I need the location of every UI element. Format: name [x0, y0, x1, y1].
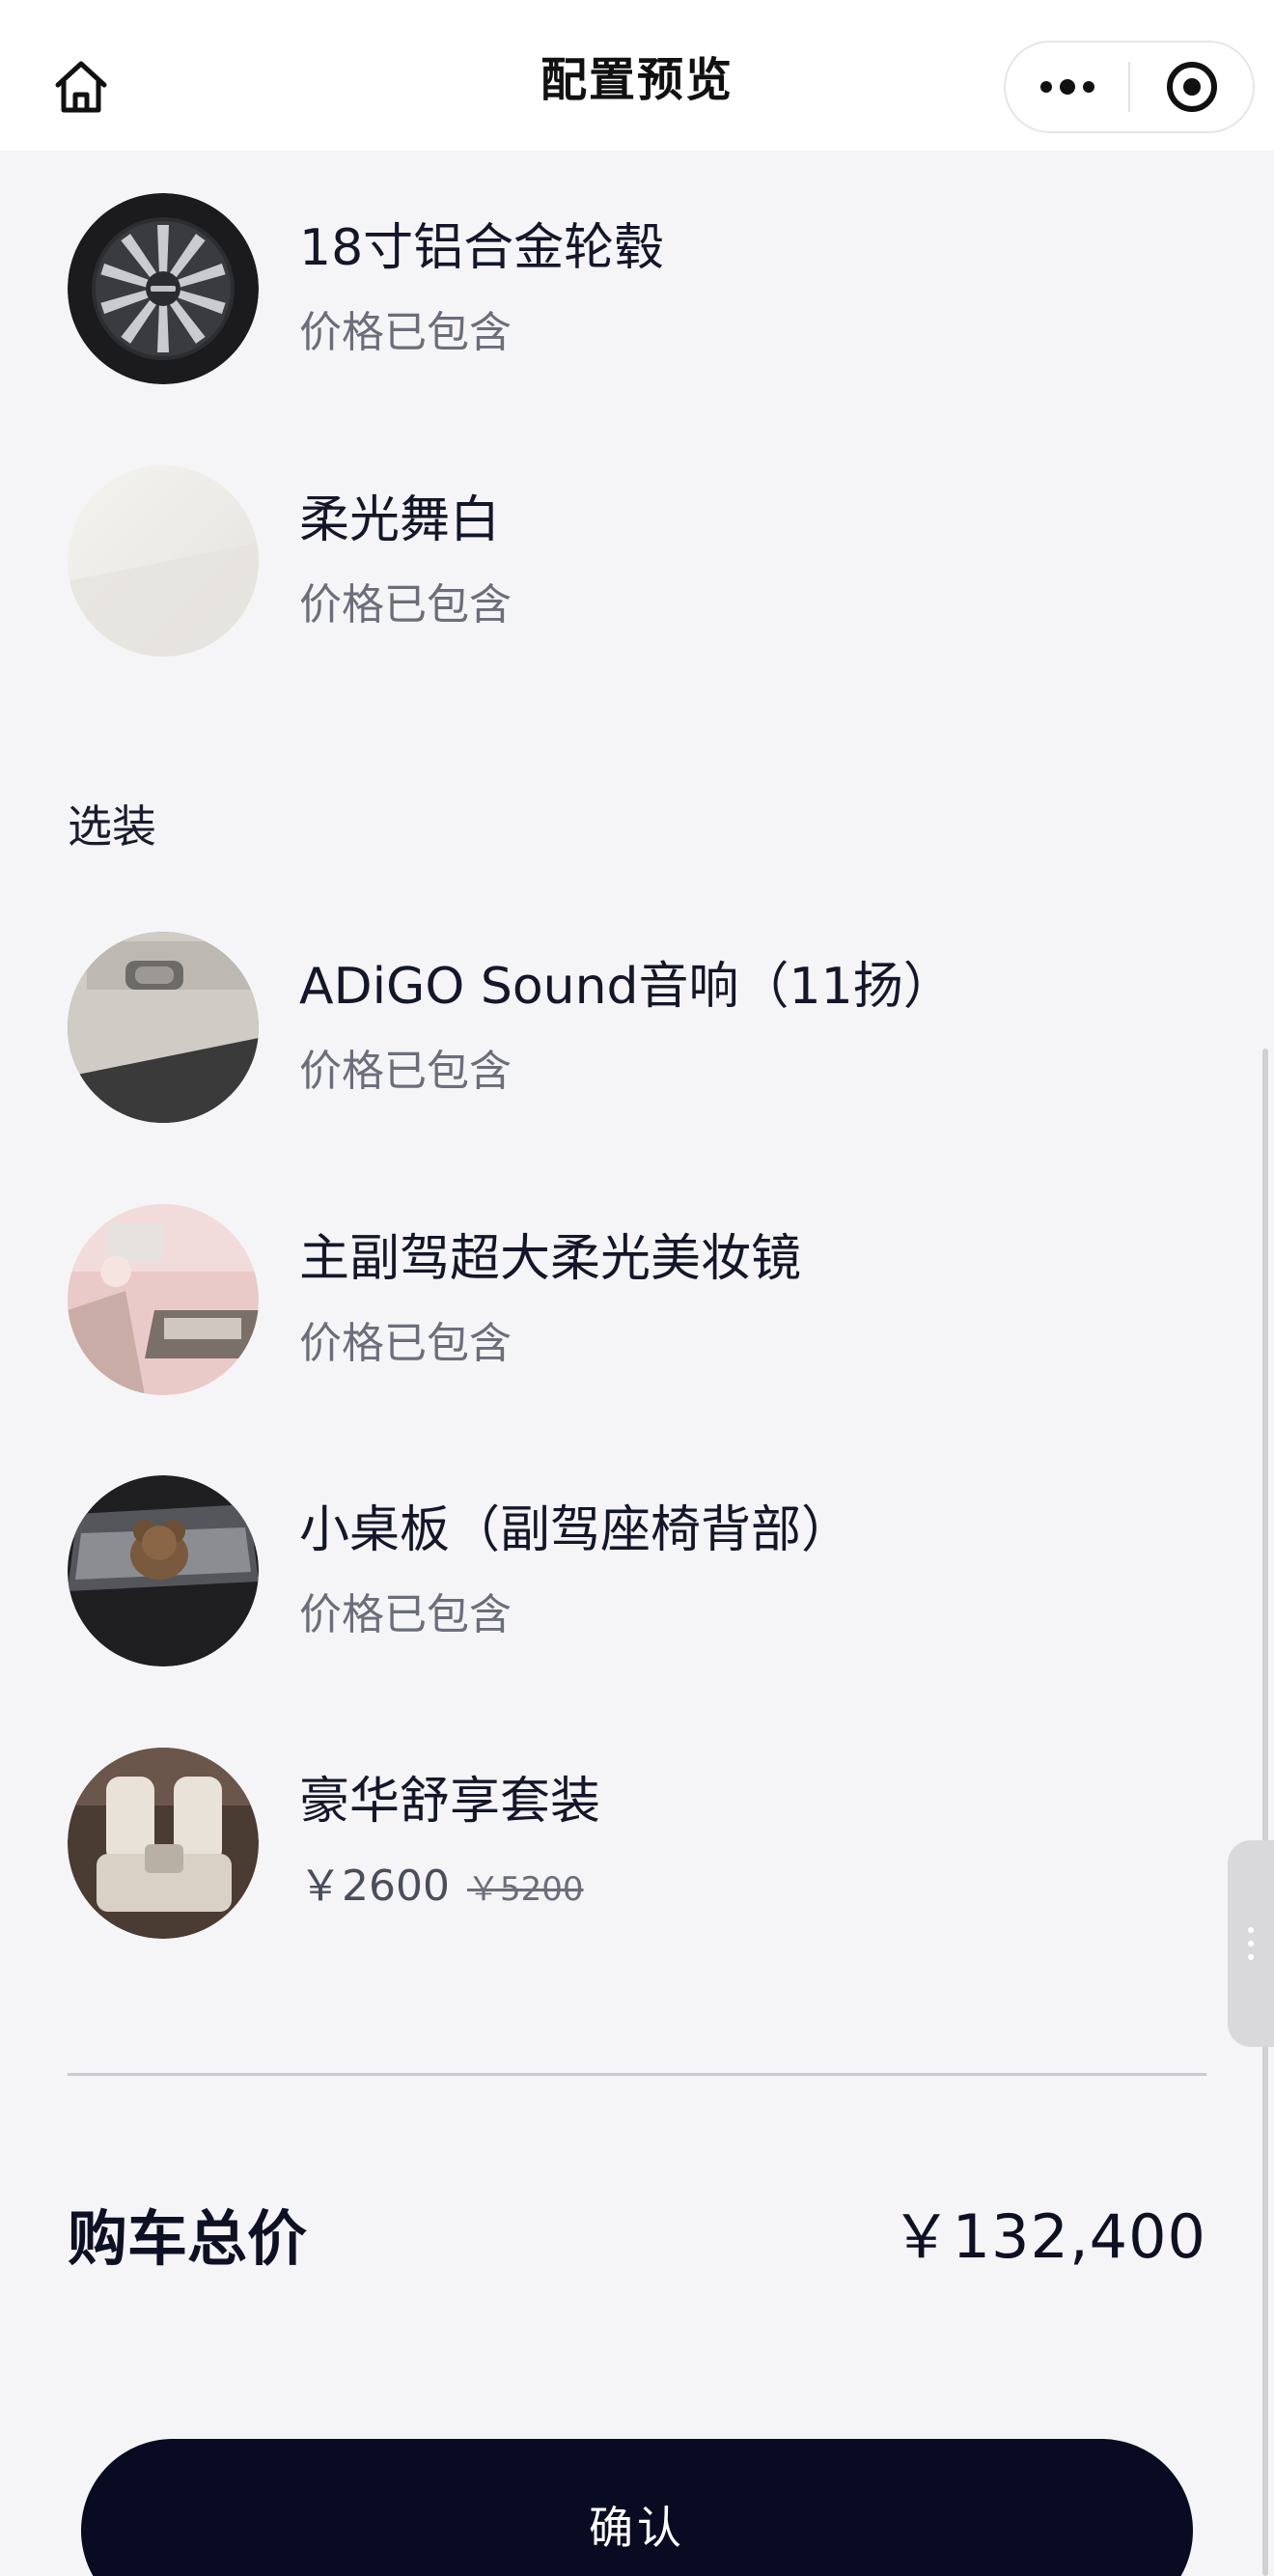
section-title-optional: 选装: [68, 800, 156, 853]
item-name: 豪华舒享套装: [299, 1772, 601, 1831]
confirm-button-label: 确认: [589, 2502, 685, 2554]
total-price-label: 购车总价: [68, 2203, 308, 2274]
home-button[interactable]: [46, 52, 116, 122]
table-thumbnail: [68, 1475, 259, 1666]
item-name: 主副驾超大柔光美妆镜: [299, 1230, 802, 1288]
mini-program-capsule: [1004, 41, 1255, 133]
price-included-text: 价格已包含: [299, 308, 512, 357]
door-panel-thumbnail: [68, 932, 259, 1123]
page-title: 配置预览: [540, 53, 734, 107]
more-dots-icon: [1039, 79, 1094, 95]
item-price: 价格已包含: [299, 1045, 954, 1099]
item-price: 价格已包含: [299, 578, 512, 632]
nav-header: 配置预览: [0, 0, 1274, 151]
close-button[interactable]: [1130, 42, 1253, 131]
paint-color-thumbnail: [68, 465, 259, 657]
config-preview-page: 配置预览 18寸铝合金轮毂 价格已包含 柔光舞白 价格已包含 选装 ADiGO …: [0, 0, 1274, 2576]
list-item: 豪华舒享套装 ￥2600 ￥5200: [68, 1747, 1206, 1940]
list-item: 小桌板（副驾座椅背部） 价格已包含: [68, 1474, 1206, 1667]
wheel-thumbnail: [68, 193, 259, 384]
more-button[interactable]: [1006, 42, 1128, 131]
confirm-button[interactable]: 确认: [81, 2439, 1193, 2576]
item-name: 18寸铝合金轮毂: [299, 219, 665, 277]
price-included-text: 价格已包含: [299, 1047, 512, 1096]
price-current: ￥2600: [299, 1861, 450, 1911]
price-included-text: 价格已包含: [299, 1590, 512, 1639]
home-icon: [55, 61, 107, 113]
price-original: ￥5200: [466, 1869, 584, 1909]
list-item: 主副驾超大柔光美妆镜 价格已包含: [68, 1203, 1206, 1396]
item-price: 价格已包含: [299, 306, 664, 360]
side-drawer-handle[interactable]: [1228, 1840, 1274, 2047]
item-price: ￥2600 ￥5200: [299, 1860, 600, 1917]
scrollbar[interactable]: [1262, 1049, 1268, 2576]
price-included-text: 价格已包含: [299, 1319, 512, 1368]
price-included-text: 价格已包含: [299, 580, 512, 630]
list-item: ADiGO Sound音响（11扬） 价格已包含: [68, 931, 1206, 1124]
seat-thumbnail: [68, 1748, 259, 1939]
total-price-value: ￥132,400: [891, 2201, 1206, 2272]
mirror-thumbnail: [68, 1204, 259, 1395]
total-divider: [68, 2073, 1206, 2076]
target-circle-icon: [1166, 62, 1217, 112]
list-item: 18寸铝合金轮毂 价格已包含: [68, 192, 1206, 385]
item-name: ADiGO Sound音响（11扬）: [299, 958, 954, 1016]
item-price: 价格已包含: [299, 1588, 851, 1642]
item-name: 柔光舞白: [299, 491, 501, 549]
list-item: 柔光舞白 价格已包含: [68, 464, 1206, 658]
item-name: 小桌板（副驾座椅背部）: [299, 1501, 852, 1559]
item-price: 价格已包含: [299, 1317, 801, 1371]
